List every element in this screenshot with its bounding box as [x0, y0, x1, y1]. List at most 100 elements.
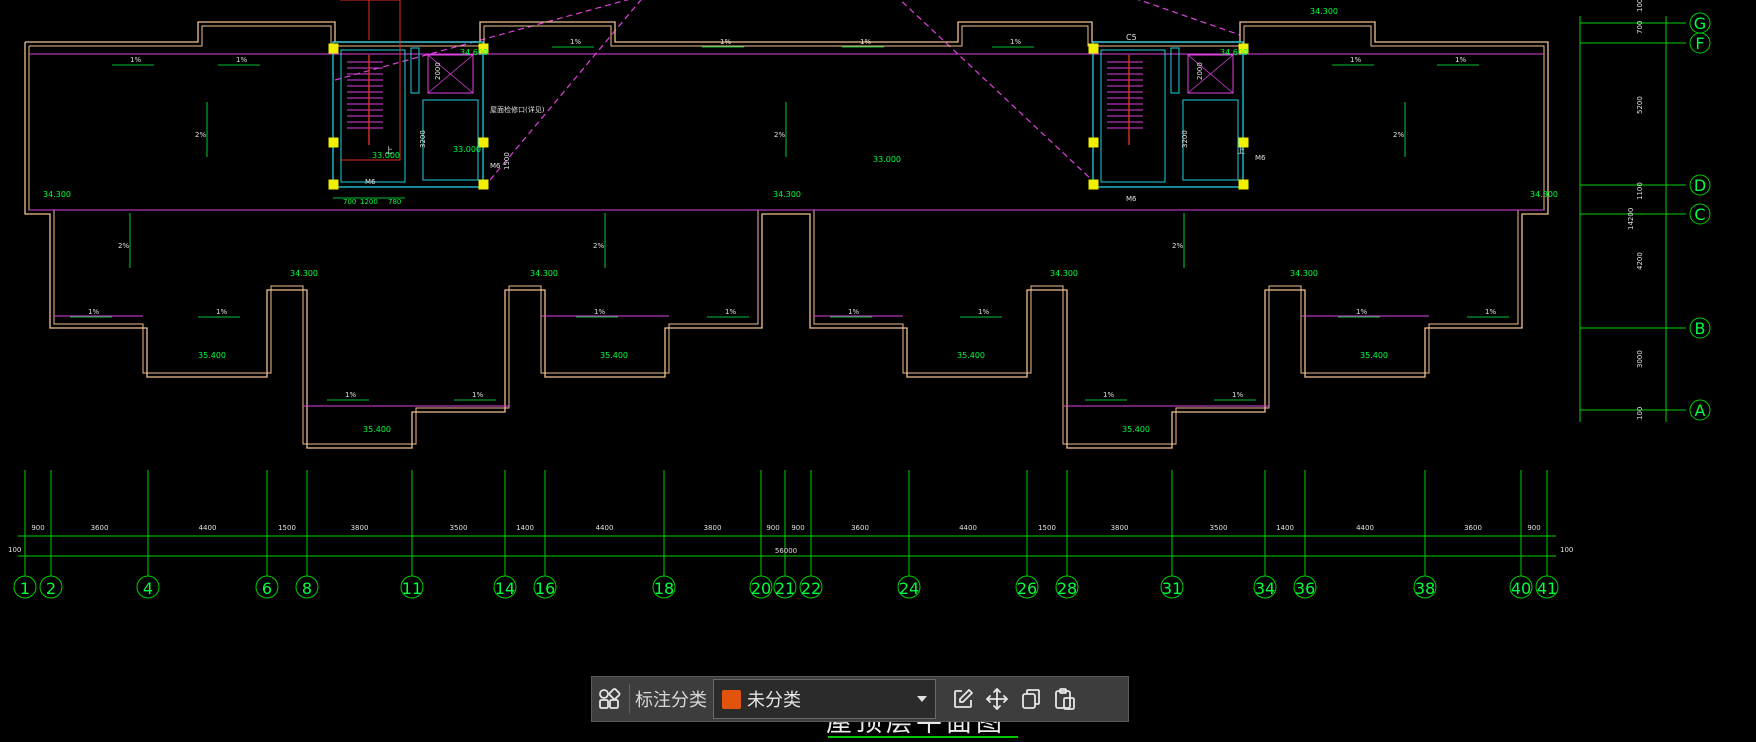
column-marker: [328, 137, 339, 148]
machine-room: [1182, 99, 1239, 181]
elevation-label: 34.600: [460, 48, 488, 57]
slope-label: 2%: [1393, 131, 1404, 139]
stair-dim: 2000: [434, 62, 442, 80]
col-dim: 900: [791, 524, 804, 532]
edit-icon[interactable]: [946, 682, 980, 716]
axis-label: 40: [1511, 579, 1531, 598]
col-dim: 3500: [450, 524, 468, 532]
door-tag: M6: [1255, 154, 1266, 162]
col-dim: 4400: [959, 524, 977, 532]
axis-label: 36: [1295, 579, 1315, 598]
elevation-label: 33.000: [873, 155, 901, 164]
move-icon[interactable]: [980, 682, 1014, 716]
col-dim: 4400: [1356, 524, 1374, 532]
axis-label: 31: [1162, 579, 1182, 598]
axis-label: 28: [1057, 579, 1077, 598]
axis-label: A: [1695, 401, 1706, 420]
slope-label: 1%: [978, 308, 989, 316]
elevation-label: 35.400: [363, 425, 391, 434]
roof-outline-inner: [28, 25, 1545, 445]
copy-icon-glyph: [1022, 689, 1040, 709]
elevation-label: 34.300: [1050, 269, 1078, 278]
elevation-label: 35.400: [600, 351, 628, 360]
axis-label: 26: [1017, 579, 1037, 598]
row-dim: 100: [1636, 407, 1644, 420]
col-dim: 3800: [1111, 524, 1129, 532]
slope-label: 1%: [594, 308, 605, 316]
grid-icon-glyph: [599, 688, 621, 709]
elevation-label: 34.300: [290, 269, 318, 278]
row-dim: 1100: [1636, 182, 1644, 200]
column-marker: [1088, 179, 1099, 190]
slope-label: 1%: [472, 391, 483, 399]
slope-label: 1%: [720, 38, 731, 46]
slope-label: 1%: [1232, 391, 1243, 399]
column-marker: [1088, 137, 1099, 148]
row-dim: 5200: [1636, 96, 1644, 114]
column-marker: [1238, 179, 1249, 190]
category-color-swatch: [722, 689, 741, 709]
slope-label: 1%: [570, 38, 581, 46]
duct: [410, 47, 420, 94]
elevation-label: 34.300: [773, 190, 801, 199]
axis-label: G: [1694, 14, 1706, 33]
col-dim: 3800: [704, 524, 722, 532]
axis-label: 2: [46, 579, 56, 598]
edit-icon-glyph: [954, 689, 973, 708]
slope-label: 1%: [860, 38, 871, 46]
slope-label: 2%: [118, 242, 129, 250]
axis-label: B: [1695, 319, 1706, 338]
cad-canvas[interactable]: 34.600 34.600C5屋面检修口(详见)33.00033.00033.00…: [0, 0, 1756, 742]
column-marker: [478, 179, 489, 190]
elevation-label: 34.300: [530, 269, 558, 278]
axis-label: F: [1695, 34, 1704, 53]
axis-label: 41: [1537, 579, 1557, 598]
elevation-label: 35.400: [1360, 351, 1388, 360]
slope-label: 1%: [1356, 308, 1367, 316]
col-dim: 3600: [91, 524, 109, 532]
axis-label: 6: [262, 579, 272, 598]
col-dim: 3800: [351, 524, 369, 532]
axis-label: 20: [751, 579, 771, 598]
slope-label: 1%: [1010, 38, 1021, 46]
slope-label: 1%: [1103, 391, 1114, 399]
row-dim: 100: [1636, 0, 1644, 12]
stair-up-label: 上: [385, 146, 393, 155]
elevation-label: 35.400: [198, 351, 226, 360]
vent-label: 屋面检修口(详见): [490, 105, 545, 114]
copy-icon[interactable]: [1014, 682, 1048, 716]
ridge-line: [1137, 0, 1241, 36]
axis-label: 18: [654, 579, 674, 598]
category-label: 标注分类: [635, 690, 707, 711]
stair-dim: 700: [343, 198, 356, 206]
elevation-label: 35.400: [957, 351, 985, 360]
category-dropdown-value: 未分类: [747, 690, 801, 711]
row-dim: 700: [1636, 21, 1644, 34]
drawing-title-underline: [828, 736, 1018, 738]
stair-dim: 1500: [503, 152, 511, 170]
row-dim: 4200: [1636, 252, 1644, 270]
col-dim: 1400: [1276, 524, 1294, 532]
axis-label: 8: [302, 579, 312, 598]
chevron-down-icon: [917, 696, 927, 702]
stair-up-label: 上: [1237, 146, 1245, 155]
slope-label: 2%: [774, 131, 785, 139]
annotation-toolbar: 标注分类 未分类: [591, 676, 1129, 722]
axis-label: 11: [402, 579, 422, 598]
elevation-label: 34.300: [1290, 269, 1318, 278]
axis-label: 22: [801, 579, 821, 598]
grid-icon[interactable]: [592, 682, 626, 716]
col-dim: 3500: [1210, 524, 1228, 532]
paste-icon[interactable]: [1048, 682, 1082, 716]
category-dropdown[interactable]: 未分类: [713, 679, 936, 719]
slope-label: 1%: [236, 56, 247, 64]
axis-label: 38: [1415, 579, 1435, 598]
col-dim: 900: [31, 524, 44, 532]
slope-label: 1%: [130, 56, 141, 64]
slope-label: 1%: [88, 308, 99, 316]
stair-core: [332, 41, 484, 188]
col-dim: 1400: [516, 524, 534, 532]
axis-label: 14: [495, 579, 515, 598]
col-dim: 900: [766, 524, 779, 532]
move-icon-glyph: [986, 688, 1008, 710]
